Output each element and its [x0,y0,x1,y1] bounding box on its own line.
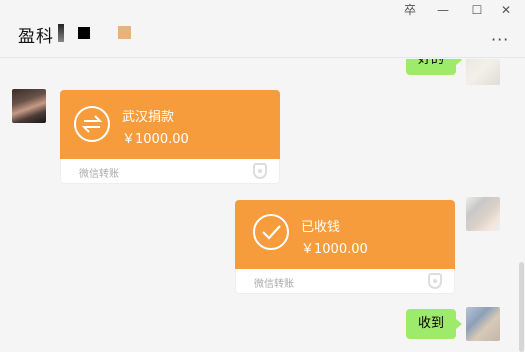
maximize-button[interactable]: ☐ [467,2,487,18]
transfer-arrows-icon [74,106,110,142]
redacted-mark [58,24,64,42]
transfer-footer-label: 微信转账 [254,279,294,290]
close-button[interactable]: ✕ [496,2,516,18]
title-bar: 盈科 卒 — ☐ ✕ ··· [0,0,525,58]
transfer-footer: 微信转账 [235,269,455,294]
redacted-mark [78,27,90,39]
transfer-card-body: 武汉捐款 ￥1000.00 [60,90,280,159]
shield-icon [428,273,442,289]
transfer-card-body: 已收钱 ￥1000.00 [235,200,455,269]
transfer-card[interactable]: 已收钱 ￥1000.00 微信转账 [235,200,455,294]
avatar[interactable] [466,59,500,85]
pin-button[interactable]: 卒 [400,2,420,18]
transfer-card[interactable]: 武汉捐款 ￥1000.00 微信转账 [60,90,280,184]
message-list[interactable]: 好的 武汉捐款 ￥1000.00 微信转账 已收钱 ￥1000.00 微信转账 … [0,59,525,352]
avatar[interactable] [466,197,500,231]
transfer-amount: ￥1000.00 [301,242,368,257]
chat-title: 盈科 [18,27,54,47]
message-bubble[interactable]: 好的 [406,59,463,75]
check-icon [253,214,289,250]
chat-window: 盈科 卒 — ☐ ✕ ··· 好的 武汉捐款 ￥1000.00 微信转账 已收钱… [0,0,525,352]
shield-icon [253,163,267,179]
redacted-mark [118,26,131,39]
message-bubble[interactable]: 收到 [406,309,463,339]
transfer-amount: ￥1000.00 [122,132,189,147]
avatar[interactable] [12,89,46,123]
transfer-title: 武汉捐款 [122,110,175,125]
transfer-footer-label: 微信转账 [79,169,119,180]
transfer-footer: 微信转账 [60,159,280,184]
more-options-button[interactable]: ··· [491,30,509,49]
minimize-button[interactable]: — [433,2,453,18]
avatar[interactable] [466,307,500,341]
scrollbar[interactable] [519,262,524,352]
transfer-title: 已收钱 [301,220,341,235]
